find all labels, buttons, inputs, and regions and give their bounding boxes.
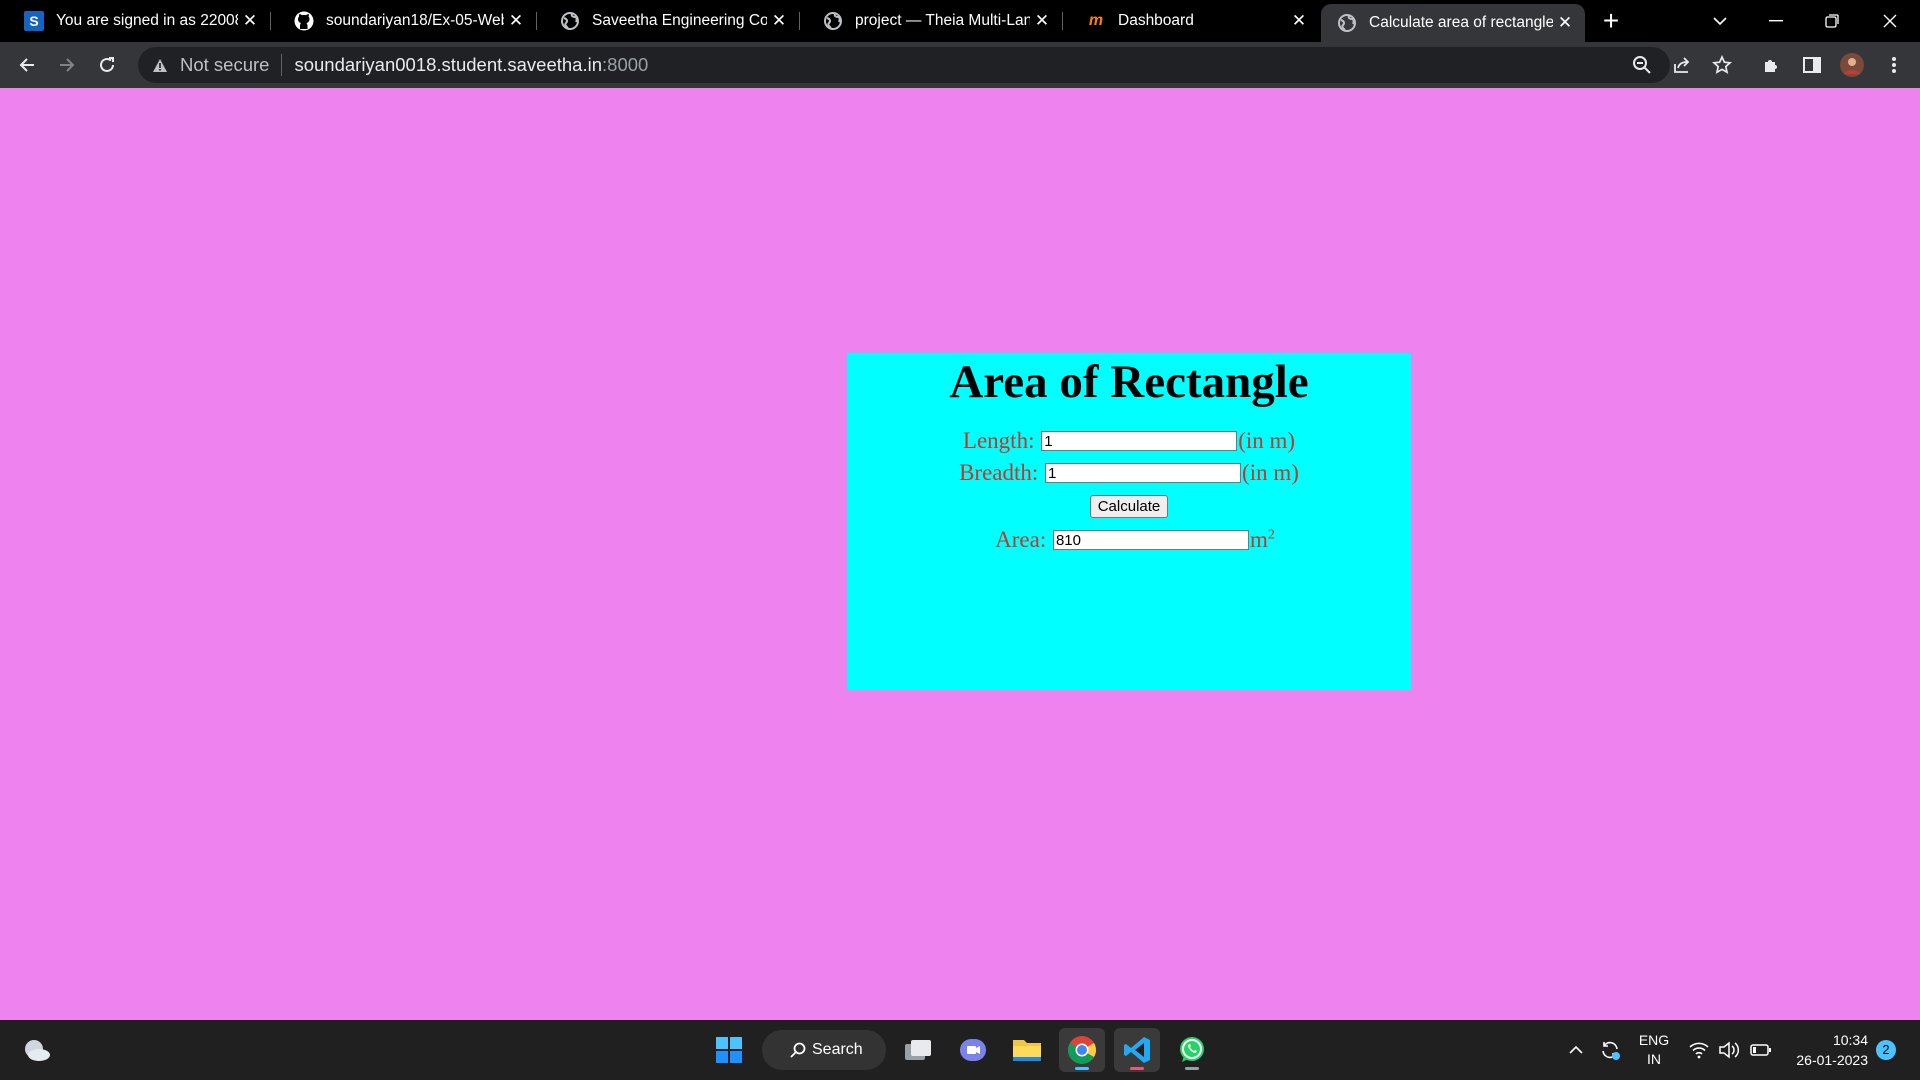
reload-button[interactable] bbox=[92, 50, 122, 80]
not-secure-label[interactable]: Not secure bbox=[180, 54, 269, 76]
restore-button[interactable] bbox=[1804, 0, 1860, 42]
github-icon bbox=[294, 11, 314, 31]
clock-time: 10:34 bbox=[1832, 1032, 1868, 1048]
clock-date: 26-01-2023 bbox=[1796, 1052, 1868, 1068]
tab-strip: S You are signed in as 22008 ✕ soundariy… bbox=[0, 0, 1920, 42]
calculate-button[interactable]: Calculate bbox=[1089, 495, 1169, 518]
notification-count: 2 bbox=[1876, 1040, 1896, 1060]
close-icon[interactable]: ✕ bbox=[767, 11, 791, 31]
globe-icon bbox=[823, 11, 843, 31]
tab-saveetha[interactable]: Saveetha Engineering Colle ✕ bbox=[536, 0, 799, 42]
length-label: Length: bbox=[962, 428, 1035, 453]
task-view-icon[interactable] bbox=[895, 1028, 941, 1072]
windows-taskbar: Search ENG IN 10:34 26-01-2023 2 bbox=[0, 1020, 1920, 1080]
length-unit: (in m) bbox=[1238, 428, 1296, 453]
share-icon[interactable] bbox=[1668, 51, 1696, 79]
page-title: Area of Rectangle bbox=[949, 356, 1309, 408]
vscode-taskbar-icon[interactable] bbox=[1114, 1028, 1160, 1072]
region-code: IN bbox=[1647, 1051, 1661, 1067]
close-icon[interactable]: ✕ bbox=[238, 11, 262, 31]
tab-title: You are signed in as 22008 bbox=[56, 12, 238, 29]
running-app-indicator bbox=[1185, 1067, 1199, 1070]
back-button[interactable] bbox=[12, 50, 42, 80]
warning-icon[interactable] bbox=[152, 58, 172, 73]
breadth-unit: (in m) bbox=[1242, 460, 1299, 485]
tab-calculate-area[interactable]: Calculate area of rectangle ✕ bbox=[1321, 4, 1585, 42]
breadth-label: Breadth: bbox=[959, 460, 1039, 485]
close-icon[interactable]: ✕ bbox=[1287, 11, 1311, 31]
notification-badge[interactable]: 2 bbox=[1876, 1020, 1896, 1080]
profile-avatar-icon[interactable] bbox=[1838, 51, 1866, 79]
whatsapp-taskbar-icon[interactable] bbox=[1169, 1028, 1215, 1072]
area-unit: m2 bbox=[1250, 527, 1275, 553]
tab-github[interactable]: soundariyan18/Ex-05-WebT ✕ bbox=[270, 0, 536, 42]
weather-widget-icon[interactable] bbox=[14, 1028, 60, 1072]
active-app-indicator bbox=[1075, 1067, 1089, 1070]
chrome-taskbar-icon[interactable] bbox=[1059, 1028, 1105, 1072]
tab-signed-in[interactable]: S You are signed in as 22008 ✕ bbox=[0, 0, 270, 42]
minimize-button[interactable] bbox=[1748, 0, 1804, 42]
tab-title: Dashboard bbox=[1118, 12, 1194, 29]
language-code: ENG bbox=[1638, 1032, 1670, 1048]
tab-title: project — Theia Multi-Lang bbox=[855, 12, 1030, 29]
area-calculator-card: Area of Rectangle Length: (in m) Breadth… bbox=[847, 353, 1411, 690]
area-row: Area: m2 bbox=[847, 524, 1411, 556]
clock[interactable]: 10:34 26-01-2023 bbox=[1788, 1020, 1868, 1080]
zoom-icon[interactable] bbox=[1628, 51, 1656, 79]
search-label: Search bbox=[812, 1041, 863, 1058]
breadth-row: Breadth: (in m) bbox=[847, 457, 1411, 489]
address-divider bbox=[281, 54, 283, 76]
extensions-puzzle-icon[interactable] bbox=[1758, 51, 1786, 79]
teams-chat-icon[interactable] bbox=[950, 1028, 996, 1072]
url-port[interactable]: :8000 bbox=[602, 54, 648, 76]
globe-icon bbox=[1337, 13, 1357, 33]
start-windows-icon[interactable] bbox=[706, 1028, 752, 1072]
tab-theia-project[interactable]: project — Theia Multi-Lang ✕ bbox=[799, 0, 1062, 42]
close-icon[interactable]: ✕ bbox=[504, 11, 528, 31]
area-label: Area: bbox=[995, 527, 1047, 552]
new-tab-button[interactable]: + bbox=[1596, 6, 1626, 36]
address-bar[interactable]: Not secure soundariyan0018.student.savee… bbox=[138, 47, 1670, 83]
area-unit-exponent: 2 bbox=[1267, 527, 1275, 543]
active-app-indicator bbox=[1130, 1067, 1144, 1070]
tab-dashboard[interactable]: m Dashboard ✕ bbox=[1062, 0, 1319, 42]
moodle-icon: m bbox=[1088, 12, 1104, 29]
browser-toolbar: Not secure soundariyan0018.student.savee… bbox=[0, 42, 1920, 88]
saveetha-s-icon: S bbox=[24, 11, 44, 31]
tab-title: soundariyan18/Ex-05-WebT bbox=[326, 12, 504, 29]
close-icon[interactable]: ✕ bbox=[1553, 13, 1577, 33]
search-icon bbox=[790, 1042, 806, 1058]
side-panel-icon[interactable] bbox=[1798, 51, 1826, 79]
battery-icon[interactable] bbox=[1750, 1020, 1772, 1080]
url-host[interactable]: soundariyan0018.student.saveetha.in bbox=[294, 54, 602, 76]
length-input[interactable] bbox=[1041, 431, 1238, 451]
bookmark-star-icon[interactable] bbox=[1708, 51, 1736, 79]
tab-search-chevron-icon[interactable] bbox=[1692, 0, 1748, 42]
browser-menu-icon[interactable] bbox=[1880, 51, 1908, 79]
show-hidden-icons-chevron-icon[interactable] bbox=[1568, 1020, 1584, 1080]
length-row: Length: (in m) bbox=[847, 425, 1411, 457]
file-explorer-icon[interactable] bbox=[1004, 1028, 1050, 1072]
taskbar-search[interactable]: Search bbox=[762, 1030, 886, 1070]
close-icon[interactable]: ✕ bbox=[1030, 11, 1054, 31]
page-viewport: Area of Rectangle Length: (in m) Breadth… bbox=[0, 88, 1920, 1020]
tab-title: Calculate area of rectangle bbox=[1369, 14, 1553, 31]
tab-title: Saveetha Engineering Colle bbox=[592, 12, 767, 29]
sync-icon[interactable] bbox=[1598, 1020, 1622, 1080]
volume-icon[interactable] bbox=[1718, 1020, 1740, 1080]
globe-icon bbox=[560, 11, 580, 31]
area-output[interactable] bbox=[1052, 530, 1249, 550]
wifi-icon[interactable] bbox=[1688, 1020, 1710, 1080]
close-window-button[interactable] bbox=[1862, 0, 1918, 42]
language-indicator[interactable]: ENG IN bbox=[1636, 1020, 1672, 1080]
breadth-input[interactable] bbox=[1045, 463, 1242, 483]
area-unit-base: m bbox=[1249, 527, 1268, 552]
forward-button[interactable] bbox=[52, 50, 82, 80]
